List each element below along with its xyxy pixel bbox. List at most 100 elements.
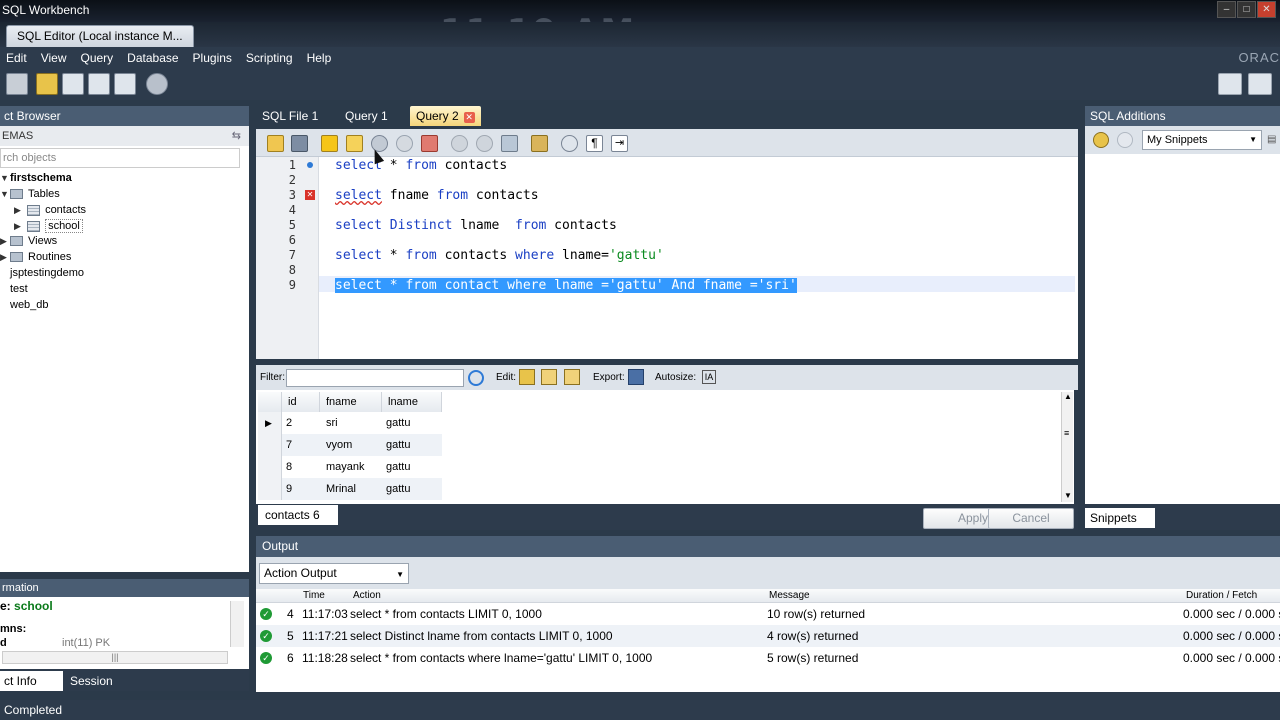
open-file-icon[interactable]	[267, 135, 284, 152]
tab-query-1[interactable]: Query 1	[339, 106, 394, 126]
rollback-icon[interactable]	[476, 135, 493, 152]
add-schema-icon[interactable]	[36, 73, 58, 95]
table-cell[interactable]: gattu	[382, 478, 442, 500]
table-cell[interactable]: 2	[282, 412, 320, 434]
invisible-chars-icon[interactable]: ¶	[586, 135, 603, 152]
code-line-9[interactable]: select * from contact where lname ='gatt…	[335, 278, 797, 293]
row-selector[interactable]	[258, 434, 282, 456]
toggle-output-icon[interactable]	[1248, 73, 1272, 95]
info-vertical-scrollbar[interactable]	[230, 601, 244, 647]
table-cell[interactable]: gattu	[382, 412, 442, 434]
tree-schema-web-db[interactable]: web_db	[10, 297, 49, 313]
autosize-icon[interactable]: IA	[702, 370, 716, 384]
menu-query[interactable]: Query	[80, 51, 113, 65]
refresh-schemas-icon[interactable]: ⇆	[232, 126, 241, 146]
column-header-lname[interactable]: lname	[382, 392, 442, 412]
menu-view[interactable]: View	[41, 51, 67, 65]
scroll-thumb-icon[interactable]: ≡	[1064, 428, 1069, 438]
add-snippet-icon[interactable]	[1093, 132, 1109, 148]
add-routine-icon[interactable]	[114, 73, 136, 95]
menu-plugins[interactable]: Plugins	[193, 51, 232, 65]
snippets-menu-icon[interactable]: ▤	[1267, 134, 1276, 145]
collapse-arrow-icon[interactable]: ▼	[0, 186, 10, 202]
output-row[interactable]: ✓ 4 11:17:03 select * from contacts LIMI…	[256, 603, 1280, 625]
code-line-7[interactable]: select * from contacts where lname='gatt…	[335, 248, 664, 263]
output-type-select[interactable]: Action Output ▼	[259, 563, 409, 584]
table-cell[interactable]: mayank	[322, 456, 382, 478]
table-cell[interactable]: sri	[322, 412, 382, 434]
word-wrap-icon[interactable]: ⇥	[611, 135, 628, 152]
column-header-fname[interactable]: fname	[320, 392, 382, 412]
expand-arrow-icon[interactable]: ▶	[14, 218, 24, 234]
column-header-message[interactable]: Message	[769, 589, 810, 603]
table-cell[interactable]: Mrinal	[322, 478, 382, 500]
tree-tables[interactable]: ▼ Tables	[0, 186, 60, 202]
tree-views[interactable]: ▶ Views	[0, 233, 57, 249]
tree-table-school[interactable]: ▶ school	[14, 218, 83, 234]
stop-icon[interactable]	[396, 135, 413, 152]
code-line-3[interactable]: select fname from contacts	[335, 188, 539, 203]
scroll-up-icon[interactable]: ▲	[1064, 392, 1072, 401]
add-table-icon[interactable]	[62, 73, 84, 95]
close-tab-icon[interactable]: ✕	[463, 112, 475, 123]
error-marker-icon[interactable]: ✕	[305, 190, 315, 200]
remove-snippet-icon[interactable]	[1117, 132, 1133, 148]
add-view-icon[interactable]	[88, 73, 110, 95]
sql-editor-tab[interactable]: SQL Editor (Local instance M...	[6, 25, 194, 47]
cancel-button[interactable]: Cancel	[988, 508, 1074, 529]
menu-scripting[interactable]: Scripting	[246, 51, 293, 65]
search-table-icon[interactable]	[146, 73, 168, 95]
table-cell[interactable]: gattu	[382, 456, 442, 478]
expand-arrow-icon[interactable]: ▶	[0, 249, 10, 265]
tree-schema-firstschema[interactable]: ▼firstschema	[0, 170, 72, 186]
row-selector[interactable]	[258, 456, 282, 478]
table-cell[interactable]: gattu	[382, 434, 442, 456]
collapse-arrow-icon[interactable]: ▼	[0, 170, 10, 186]
result-tab-contacts[interactable]: contacts 6	[258, 505, 338, 525]
tree-table-contacts[interactable]: ▶ contacts	[14, 202, 86, 218]
row-selector[interactable]	[258, 478, 282, 500]
row-selector[interactable]: ▶	[258, 412, 282, 434]
output-row[interactable]: ✓ 6 11:18:28 select * from contacts wher…	[256, 647, 1280, 669]
table-cell[interactable]: 8	[282, 456, 320, 478]
output-row[interactable]: ✓ 5 11:17:21 select Distinct lname from …	[256, 625, 1280, 647]
code-line-5[interactable]: select Distinct lname from contacts	[335, 218, 617, 233]
info-horizontal-scrollbar[interactable]: |||	[2, 651, 228, 664]
export-icon[interactable]	[628, 369, 644, 385]
tree-schema-jsptestingdemo[interactable]: jsptestingdemo	[10, 265, 84, 281]
expand-arrow-icon[interactable]: ▶	[0, 233, 10, 249]
table-cell[interactable]: 7	[282, 434, 320, 456]
tab-sql-file-1[interactable]: SQL File 1	[256, 106, 324, 126]
menu-edit[interactable]: Edit	[6, 51, 27, 65]
column-header-time[interactable]: Time	[303, 589, 325, 603]
snippets-select[interactable]: My Snippets ▼	[1142, 130, 1262, 150]
execute-all-icon[interactable]	[321, 135, 338, 152]
tree-routines[interactable]: ▶ Routines	[0, 249, 71, 265]
edit-row-icon[interactable]	[519, 369, 535, 385]
new-sql-icon[interactable]	[6, 73, 28, 95]
execute-current-icon[interactable]	[346, 135, 363, 152]
delete-row-icon[interactable]	[564, 369, 580, 385]
maximize-button[interactable]: □	[1237, 1, 1256, 18]
column-header-id[interactable]: id	[282, 392, 320, 412]
tab-object-info[interactable]: ct Info	[0, 671, 63, 691]
tree-schema-test[interactable]: test	[10, 281, 28, 297]
dropdown-arrow-icon[interactable]: ▼	[1249, 131, 1257, 149]
expand-arrow-icon[interactable]: ▶	[14, 202, 24, 218]
table-cell[interactable]: 9	[282, 478, 320, 500]
menu-database[interactable]: Database	[127, 51, 178, 65]
toggle-sidebar-icon[interactable]	[1218, 73, 1242, 95]
filter-input[interactable]	[286, 369, 464, 387]
minimize-button[interactable]: –	[1217, 1, 1236, 18]
close-window-button[interactable]: ✕	[1257, 1, 1276, 18]
save-icon[interactable]	[291, 135, 308, 152]
selected-text[interactable]: select * from contact where lname ='gatt…	[335, 278, 797, 293]
column-header-action[interactable]: Action	[353, 589, 381, 603]
table-cell[interactable]: vyom	[322, 434, 382, 456]
insert-row-icon[interactable]	[541, 369, 557, 385]
tab-query-2[interactable]: Query 2 ✕	[410, 106, 481, 126]
code-line-1[interactable]: select * from contacts	[335, 158, 507, 173]
menu-help[interactable]: Help	[307, 51, 332, 65]
toggle-error-icon[interactable]	[421, 135, 438, 152]
commit-icon[interactable]	[451, 135, 468, 152]
